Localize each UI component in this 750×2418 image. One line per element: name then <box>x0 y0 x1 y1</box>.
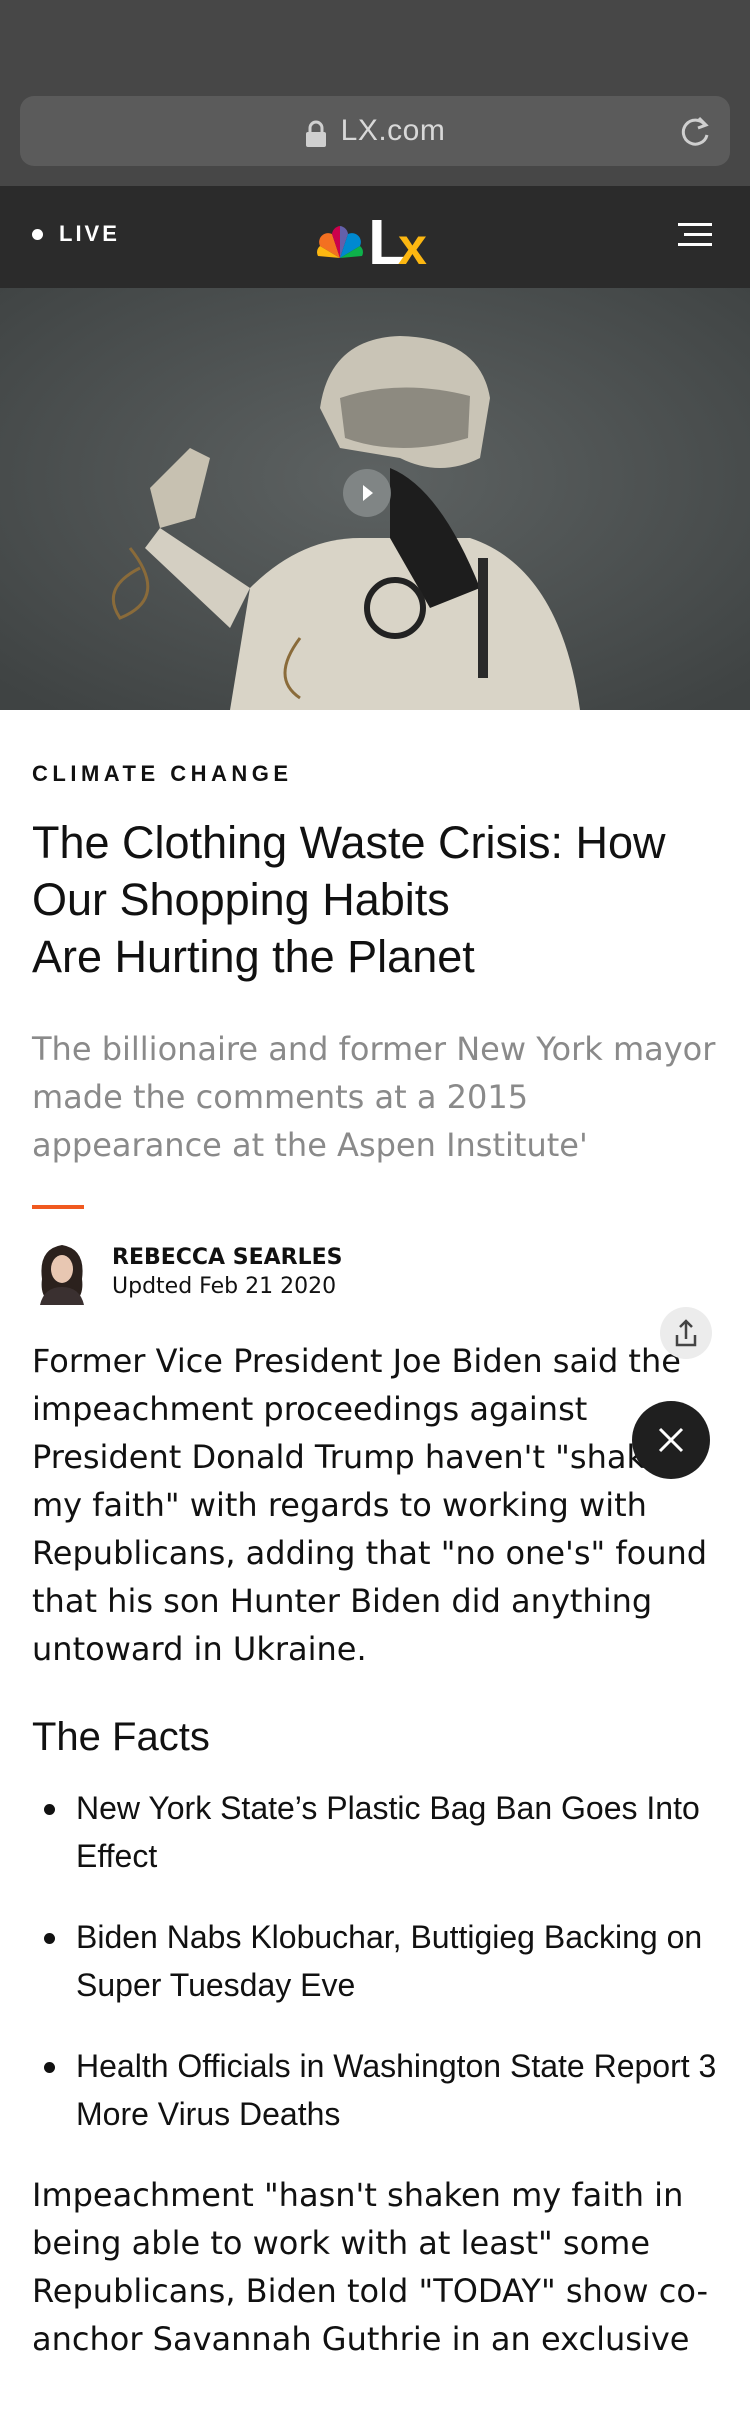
article-dek: The billionaire and former New York mayo… <box>32 1030 716 1164</box>
facts-heading: The Facts <box>32 1715 210 1759</box>
headline-line: The Clothing Waste Crisis: How <box>32 817 666 868</box>
reload-icon[interactable] <box>678 115 712 149</box>
article-headline: The Clothing Waste Crisis: How Our Shopp… <box>32 814 718 985</box>
facts-list-item[interactable]: Biden Nabs Klobuchar, Buttigieg Backing … <box>32 1913 718 2009</box>
author-name[interactable]: REBECCA SEARLES <box>112 1245 342 1270</box>
nbc-lx-logo[interactable]: L x <box>312 204 442 274</box>
article-kicker[interactable]: CLIMATE CHANGE <box>32 761 718 787</box>
share-button[interactable] <box>660 1307 712 1359</box>
lock-icon <box>305 120 326 147</box>
bullet-icon <box>44 1933 55 1944</box>
headline-line: Our Shopping Habits <box>32 874 450 925</box>
bullet-icon <box>44 1804 55 1815</box>
live-label: LIVE <box>59 221 120 246</box>
close-icon <box>658 1427 684 1453</box>
accent-divider <box>32 1205 84 1209</box>
facts-list: New York State’s Plastic Bag Ban Goes In… <box>32 1784 718 2138</box>
fact-link[interactable]: Biden Nabs Klobuchar, Buttigieg Backing … <box>76 1919 702 2003</box>
browser-chrome: LX.com <box>0 0 750 186</box>
article-paragraph: Impeachment "hasn't shaken my faith in b… <box>32 2176 709 2358</box>
publish-date: Updted Feb 21 2020 <box>112 1274 337 1299</box>
nbc-peacock-icon <box>317 226 363 258</box>
live-dot-icon <box>32 228 43 240</box>
fact-link[interactable]: Health Officials in Washington State Rep… <box>76 2048 716 2132</box>
site-header: LIVE L x <box>0 186 750 288</box>
facts-list-item[interactable]: New York State’s Plastic Bag Ban Goes In… <box>32 1784 718 1880</box>
live-link[interactable]: LIVE <box>32 221 120 247</box>
facts-list-item[interactable]: Health Officials in Washington State Rep… <box>32 2042 718 2138</box>
fact-link[interactable]: New York State’s Plastic Bag Ban Goes In… <box>76 1790 700 1874</box>
byline: REBECCA SEARLES Updted Feb 21 2020 <box>32 1239 718 1305</box>
play-icon[interactable] <box>342 468 392 518</box>
close-button[interactable] <box>632 1401 710 1479</box>
bullet-icon <box>44 2062 55 2073</box>
share-icon <box>675 1319 697 1347</box>
url-bar[interactable]: LX.com <box>20 96 730 166</box>
hero-video[interactable] <box>0 288 750 710</box>
article-paragraph: Former Vice President Joe Biden said the… <box>32 1342 708 1668</box>
menu-icon[interactable] <box>678 221 712 249</box>
article: CLIMATE CHANGE The Clothing Waste Crisis… <box>0 761 750 2363</box>
author-avatar <box>40 1245 84 1305</box>
svg-text:x: x <box>398 218 427 274</box>
url-text: LX.com <box>340 114 446 147</box>
headline-line: Are Hurting the Planet <box>32 931 475 982</box>
